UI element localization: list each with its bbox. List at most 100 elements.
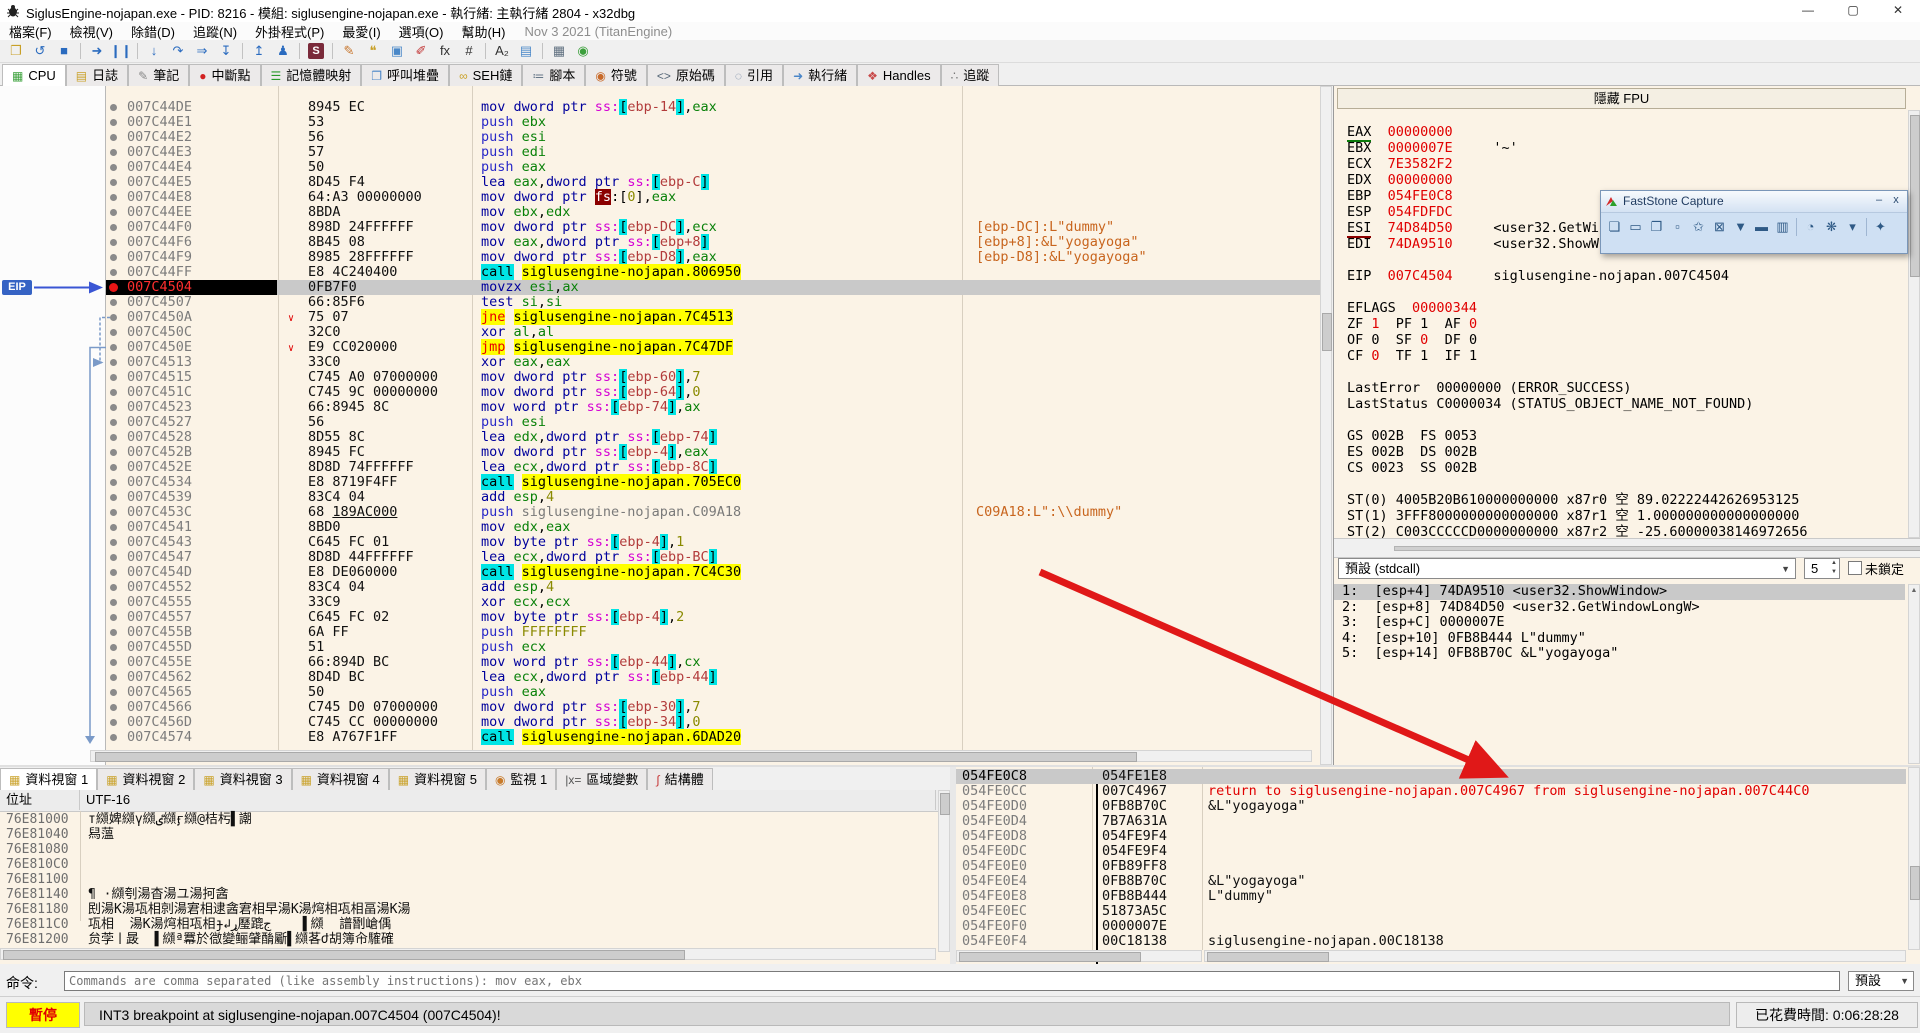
menu-item[interactable]: 除錯(D): [122, 22, 184, 41]
breakpoint-dot[interactable]: [110, 464, 117, 471]
tab-memory-map[interactable]: ☰記憶體映射: [261, 64, 362, 86]
stop-icon[interactable]: ■: [52, 41, 76, 61]
calling-convention-select[interactable]: 預設 (stdcall) ▼: [1338, 558, 1796, 579]
argument-row[interactable]: 4: [esp+10] 0FB8B444 L"dummy": [1334, 631, 1905, 647]
stack-row[interactable]: 054FE0F400C18138siglusengine-nojapan.00C…: [956, 934, 1920, 949]
stack-row[interactable]: 054FE0D8054FE9F4: [956, 829, 1920, 844]
tab-log[interactable]: ▤日誌: [66, 64, 128, 86]
scylla-icon[interactable]: S: [308, 43, 324, 59]
faststone-minimize-button[interactable]: –: [1871, 193, 1887, 208]
disasm-row[interactable]: 007C454DE8 DE060000call siglusengine-noj…: [0, 565, 1320, 580]
registers-vertical-scrollbar[interactable]: [1908, 110, 1920, 538]
breakpoint-dot[interactable]: [110, 509, 117, 516]
breakpoint-dot[interactable]: [110, 194, 117, 201]
run-to-selection-icon[interactable]: ⇒: [190, 41, 214, 61]
dump-tab-locals[interactable]: |x=區域變數: [556, 768, 647, 790]
breakpoint-dot[interactable]: [110, 629, 117, 636]
run-icon[interactable]: ➜: [85, 41, 109, 61]
fs-capture-freehand-icon[interactable]: ✩: [1688, 215, 1709, 239]
breakpoint-dot[interactable]: [110, 404, 117, 411]
disasm-row[interactable]: 007C455283C4 04add esp,4: [0, 580, 1320, 595]
assemble-icon[interactable]: A₂: [490, 41, 514, 61]
calculator-icon[interactable]: ▦: [547, 41, 571, 61]
disassembly-panel[interactable]: 007C44DE8945 ECmov dword ptr ss:[ebp-14]…: [0, 86, 1320, 765]
stack-row[interactable]: 054FE0D00FB8B70C&L"yogayoga": [956, 799, 1920, 814]
scrollbar-thumb[interactable]: [1322, 313, 1332, 351]
breakpoint-dot[interactable]: [110, 539, 117, 546]
scrollbar-thumb[interactable]: [95, 752, 1137, 762]
tab-cpu[interactable]: ▦CPU: [2, 64, 66, 86]
register-line[interactable]: OF 0 SF 0 DF 0: [1347, 332, 1907, 348]
hash-icon[interactable]: #: [457, 41, 481, 61]
breakpoint-dot[interactable]: [110, 599, 117, 606]
tab-symbols[interactable]: ◉符號: [585, 64, 647, 86]
breakpoint-dot[interactable]: [110, 449, 117, 456]
disasm-row[interactable]: 007C450E∨E9 CC020000jmp siglusengine-noj…: [0, 340, 1320, 355]
breakpoint-dot[interactable]: [110, 614, 117, 621]
dump-row[interactable]: 76E81180刡湯K湯瓨相剠湯宭相逮酓宭相早湯K湯焪相瓨相畐湯K湯: [0, 902, 950, 917]
disasm-row[interactable]: 007C455D51push ecx: [0, 640, 1320, 655]
breakpoint-dot[interactable]: [110, 134, 117, 141]
disasm-row[interactable]: 007C452366:8945 8Cmov word ptr ss:[ebp-7…: [0, 400, 1320, 415]
restart-icon[interactable]: ↺: [28, 41, 52, 61]
disasm-row[interactable]: 007C452756push esi: [0, 415, 1320, 430]
tab-trace[interactable]: ∴追蹤: [941, 64, 1000, 86]
menu-item[interactable]: 檔案(F): [0, 22, 61, 41]
globe-icon[interactable]: ◉: [571, 41, 595, 61]
argument-row[interactable]: 2: [esp+8] 74D84D50 <user32.GetWindowLon…: [1334, 600, 1905, 616]
stack-row[interactable]: 054FE0E40FB8B70C&L"yogayoga": [956, 874, 1920, 889]
register-line[interactable]: LastStatus C0000034 (STATUS_OBJECT_NAME_…: [1347, 396, 1907, 412]
breakpoint-dot[interactable]: [110, 209, 117, 216]
disasm-row[interactable]: 007C452B8945 FCmov dword ptr ss:[ebp-4],…: [0, 445, 1320, 460]
dump-tab-struct[interactable]: ∫結構體: [647, 768, 712, 790]
disasm-row[interactable]: 007C45288D55 8Clea edx,dword ptr ss:[ebp…: [0, 430, 1320, 445]
disasm-row[interactable]: 007C4557C645 FC 02mov byte ptr ss:[ebp-4…: [0, 610, 1320, 625]
disasm-row[interactable]: 007C456550push eax: [0, 685, 1320, 700]
fs-capture-window-icon[interactable]: ▭: [1625, 215, 1646, 239]
disasm-row[interactable]: 007C455533C9xor ecx,ecx: [0, 595, 1320, 610]
breakpoint-dot[interactable]: [110, 719, 117, 726]
dump-row[interactable]: 76E81000т纐婢纐ү纐ٸ纐ӻ纐@桔杇▌謿: [0, 812, 950, 827]
disasm-row[interactable]: 007C453C68 189AC000push siglusengine-noj…: [0, 505, 1320, 520]
fs-open-icon[interactable]: ❏: [1604, 215, 1625, 239]
command-input[interactable]: [64, 971, 1840, 991]
dump-tab-5[interactable]: ▦資料視窗 5: [389, 768, 486, 790]
stack-row[interactable]: 054FE0EC51873A5C: [956, 904, 1920, 919]
arguments-scrollbar[interactable]: ▲: [1908, 584, 1920, 764]
highlight-icon[interactable]: ✐: [409, 41, 433, 61]
unlocked-checkbox[interactable]: [1848, 561, 1862, 575]
disasm-vertical-scrollbar[interactable]: [1320, 86, 1332, 765]
tab-breakpoints[interactable]: ●中斷點: [189, 64, 260, 86]
run-to-user-code-icon[interactable]: ♟: [271, 41, 295, 61]
attach-icon[interactable]: ▣: [385, 41, 409, 61]
fs-output-icon[interactable]: ❋: [1821, 215, 1842, 239]
dump-tab-watch[interactable]: ◉監視 1: [486, 768, 556, 790]
register-line[interactable]: ST(1) 3FFF8000000000000000 x87r1 空 1.000…: [1347, 508, 1907, 524]
breakpoint-dot[interactable]: [110, 734, 117, 741]
breakpoint-dot[interactable]: [110, 584, 117, 591]
minimize-button[interactable]: —: [1786, 0, 1830, 21]
disasm-row[interactable]: 007C44FFE8 4C240400call siglusengine-noj…: [0, 265, 1320, 280]
breakpoint-dot[interactable]: [110, 644, 117, 651]
stack-panel[interactable]: 054FE0C8054FE1E8054FE0CC007C4967return t…: [956, 767, 1920, 964]
close-button[interactable]: ✕: [1876, 0, 1920, 21]
breakpoint-dot[interactable]: [110, 374, 117, 381]
dump-tab-3[interactable]: ▦資料視窗 3: [194, 768, 291, 790]
tab-seh[interactable]: ∞SEH鏈: [449, 64, 522, 86]
disasm-row[interactable]: 007C456DC745 CC 00000000mov dword ptr ss…: [0, 715, 1320, 730]
breakpoint-dot[interactable]: [110, 689, 117, 696]
fs-capture-rectangle-icon[interactable]: ▫: [1667, 215, 1688, 239]
register-line[interactable]: ZF 1 PF 1 AF 0: [1347, 316, 1907, 332]
menu-item[interactable]: 選項(O): [390, 22, 453, 41]
tab-script[interactable]: ≔腳本: [522, 64, 585, 86]
breakpoint-dot[interactable]: [110, 569, 117, 576]
menu-item[interactable]: 外掛程式(P): [246, 22, 333, 41]
breakpoint-dot[interactable]: [110, 164, 117, 171]
register-line[interactable]: [1347, 412, 1907, 428]
register-line[interactable]: CS 0023 SS 002B: [1347, 460, 1907, 476]
address-column-header[interactable]: 位址: [0, 790, 80, 810]
tab-handles[interactable]: ❖Handles: [857, 64, 940, 86]
command-profile-select[interactable]: 預設 ▼: [1848, 971, 1914, 991]
disasm-row[interactable]: 007C455B6A FFpush FFFFFFFF: [0, 625, 1320, 640]
disasm-horizontal-scrollbar[interactable]: [90, 750, 1312, 762]
